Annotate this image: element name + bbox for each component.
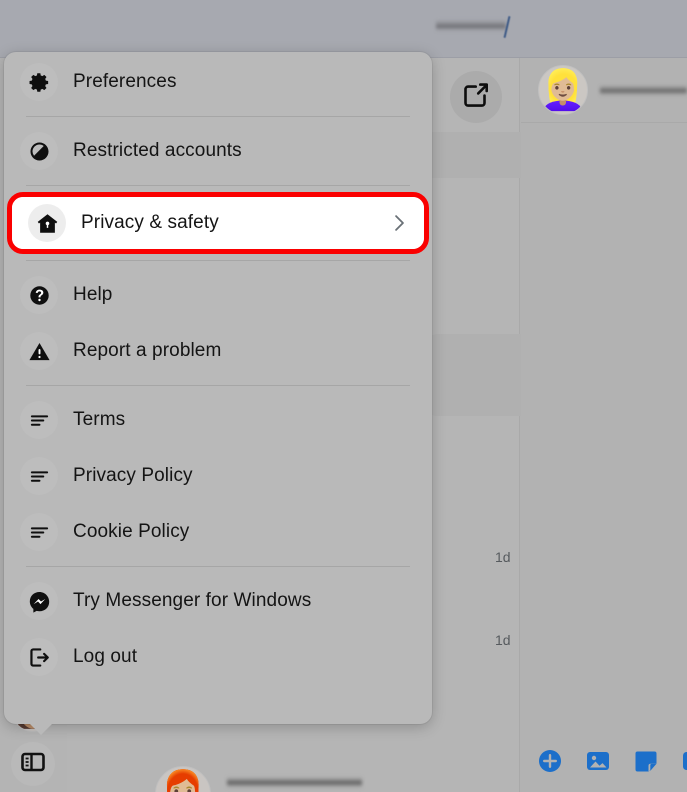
menu-item-label: Privacy & safety: [81, 212, 219, 233]
menu-item-privacy-policy[interactable]: Privacy Policy: [4, 448, 432, 504]
avatar[interactable]: 👱🏼‍♀️: [538, 65, 588, 115]
menu-item-report-a-problem[interactable]: Report a problem: [4, 323, 432, 379]
menu-item-restricted-accounts[interactable]: Restricted accounts: [4, 123, 432, 179]
menu-item-log-out[interactable]: Log out: [4, 629, 432, 685]
menu-item-label: Privacy Policy: [73, 465, 193, 486]
menu-item-try-messenger-for-windows[interactable]: Try Messenger for Windows: [4, 573, 432, 629]
menu-item-label: Help: [73, 284, 113, 305]
menu-item-privacy-and-safety[interactable]: Privacy & safety: [12, 197, 424, 249]
menu-divider: [26, 185, 410, 186]
menu-item-label: Restricted accounts: [73, 140, 242, 161]
add-attachment-icon[interactable]: [537, 748, 563, 774]
compose-icon: [462, 81, 490, 114]
avatar-emoji: 👩🏼‍🦰: [156, 772, 210, 792]
house-lock-icon: [28, 204, 66, 242]
chevron-right-icon: [388, 212, 410, 234]
list-item[interactable]: 👩🏼‍🦰 You: 👍 · 1w: [155, 754, 495, 792]
list-item-timestamp: 1d: [495, 549, 511, 565]
warning-triangle-icon: [20, 332, 58, 370]
document-lines-icon: [20, 457, 58, 495]
gear-icon: [20, 63, 58, 101]
menu-item-label: Try Messenger for Windows: [73, 590, 312, 611]
list-item-timestamp: 1d: [495, 632, 511, 648]
list-item-text: You: 👍 · 1w: [227, 776, 362, 792]
menu-divider: [26, 260, 410, 261]
document-lines-icon: [20, 513, 58, 551]
menu-item-label: Terms: [73, 409, 126, 430]
question-circle-icon: [20, 276, 58, 314]
menu-item-preferences[interactable]: Preferences: [4, 54, 432, 110]
menu-item-help[interactable]: Help: [4, 267, 432, 323]
menu-divider: [26, 566, 410, 567]
menu-item-label: Log out: [73, 646, 138, 667]
content-area: 👩🏽: [0, 52, 687, 792]
photo-icon[interactable]: [585, 748, 611, 774]
menu-item-label: Report a problem: [73, 340, 222, 361]
message-pane-header: 👱🏼‍♀️: [521, 58, 687, 123]
menu-item-cookie-policy[interactable]: Cookie Policy: [4, 504, 432, 560]
logout-icon: [20, 638, 58, 676]
window-titlebar: [0, 0, 687, 58]
highlight-box: Privacy & safety: [7, 192, 429, 254]
app-window: 👩🏽: [0, 0, 687, 792]
menu-item-label: Preferences: [73, 71, 177, 92]
composer-actions: GIF: [537, 748, 687, 774]
avatar-emoji: 👱🏼‍♀️: [538, 68, 588, 112]
document-lines-icon: [20, 401, 58, 439]
avatar: 👩🏼‍🦰: [155, 766, 211, 792]
menu-divider: [26, 116, 410, 117]
gif-icon[interactable]: GIF: [681, 748, 687, 774]
panel-layout-icon: [20, 749, 46, 780]
sidebar-toggle-button[interactable]: [11, 742, 55, 786]
titlebar-blurred-text: [436, 20, 506, 32]
messenger-icon: [20, 582, 58, 620]
restricted-icon: [20, 132, 58, 170]
menu-divider: [26, 385, 410, 386]
compose-button[interactable]: [450, 71, 502, 123]
message-pane: 👱🏼‍♀️: [521, 58, 687, 792]
list-item-name-blurred: [227, 776, 362, 788]
contact-name-blurred: [600, 84, 687, 96]
menu-item-terms[interactable]: Terms: [4, 392, 432, 448]
sticker-icon[interactable]: [633, 748, 659, 774]
menu-item-label: Cookie Policy: [73, 521, 190, 542]
settings-dropdown-menu: Preferences Restricted accounts Privacy …: [4, 52, 432, 735]
